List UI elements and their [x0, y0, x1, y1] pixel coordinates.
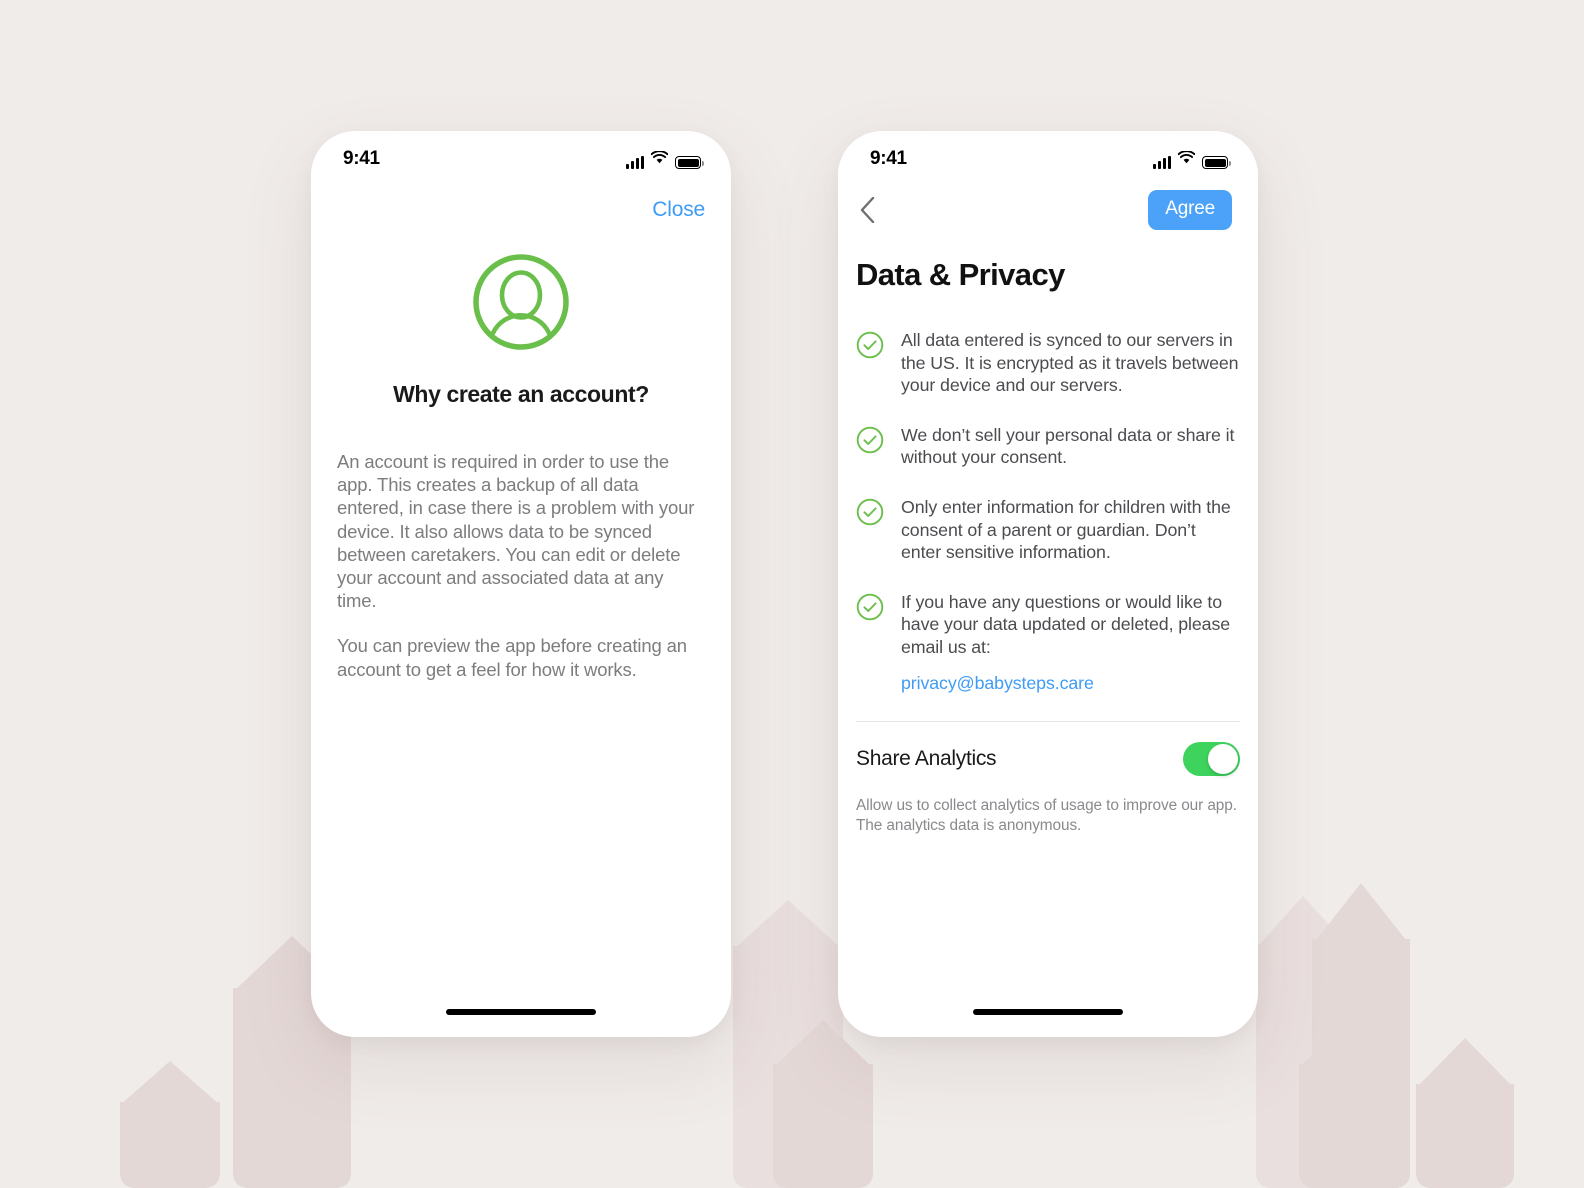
list-item: We don’t sell your personal data or shar…	[856, 424, 1240, 469]
status-bar-time: 9:41	[870, 148, 907, 169]
home-indicator[interactable]	[446, 1009, 596, 1015]
privacy-bullet-list: All data entered is synced to our server…	[856, 329, 1240, 694]
share-analytics-toggle[interactable]	[1183, 742, 1240, 777]
navigation-bar: Agree	[838, 181, 1258, 239]
phone-screen-data-and-privacy: 9:41 Agree Data & Privacy All data enter…	[838, 131, 1258, 1037]
back-button[interactable]	[860, 193, 890, 227]
body-copy: An account is required in order to use t…	[337, 450, 703, 681]
decorative-background	[0, 0, 1584, 1188]
status-bar-icons	[1153, 143, 1231, 169]
status-bar: 9:41	[838, 131, 1258, 181]
close-button[interactable]: Close	[652, 198, 705, 222]
phone-screen-why-create-account: 9:41 Close Why create an account? An acc…	[311, 131, 731, 1037]
toggle-knob	[1208, 744, 1238, 775]
avatar-illustration	[311, 253, 731, 351]
home-indicator[interactable]	[973, 1009, 1123, 1015]
status-bar: 9:41	[311, 131, 731, 181]
list-item: If you have any questions or would like …	[856, 591, 1240, 694]
list-item-text: All data entered is synced to our server…	[901, 330, 1239, 396]
wifi-icon	[1177, 150, 1196, 169]
chevron-left-icon	[860, 197, 875, 223]
battery-icon	[675, 156, 704, 169]
navigation-bar: Close	[311, 181, 731, 239]
list-item-text: If you have any questions or would like …	[901, 591, 1231, 657]
body-paragraph: An account is required in order to use t…	[337, 451, 695, 612]
check-circle-icon	[856, 426, 884, 469]
share-analytics-help-text: Allow us to collect analytics of usage t…	[856, 797, 1237, 834]
check-circle-icon	[856, 498, 884, 564]
check-circle-icon	[856, 331, 884, 397]
share-analytics-row: Share Analytics	[856, 742, 1240, 777]
house-shape	[1416, 1038, 1514, 1188]
list-item: Only enter information for children with…	[856, 496, 1240, 564]
privacy-email-link[interactable]: privacy@babysteps.care	[901, 672, 1240, 695]
share-analytics-label: Share Analytics	[856, 747, 997, 771]
battery-icon	[1202, 156, 1231, 169]
house-shape	[1312, 883, 1410, 1188]
person-circle-icon	[473, 254, 569, 350]
status-bar-icons	[626, 143, 704, 169]
cellular-signal-icon	[626, 156, 644, 169]
list-item-text-with-email: If you have any questions or would like …	[901, 591, 1240, 694]
list-item-text: We don’t sell your personal data or shar…	[901, 424, 1235, 468]
check-circle-icon	[856, 593, 884, 694]
page-title: Data & Privacy	[856, 257, 1065, 292]
list-item: All data entered is synced to our server…	[856, 329, 1240, 397]
body-paragraph: You can preview the app before creating …	[337, 635, 687, 680]
house-shape	[773, 1020, 873, 1188]
section-divider	[856, 721, 1240, 723]
wifi-icon	[650, 150, 669, 169]
agree-button[interactable]: Agree	[1148, 190, 1232, 230]
cellular-signal-icon	[1153, 156, 1171, 169]
status-bar-time: 9:41	[343, 148, 380, 169]
house-shape	[120, 1061, 220, 1188]
list-item-text: Only enter information for children with…	[901, 496, 1231, 563]
page-title: Why create an account?	[393, 381, 649, 407]
